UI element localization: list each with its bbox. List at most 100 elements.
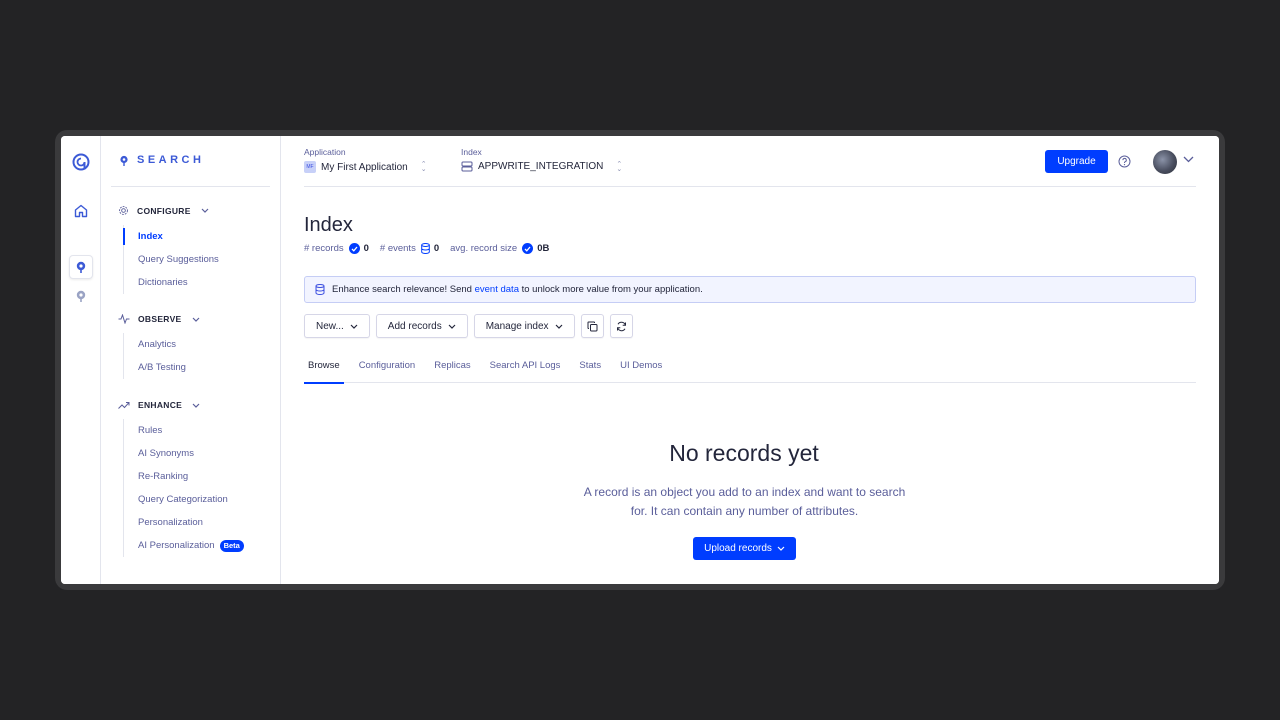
- sidebar-item-ai-personalization[interactable]: AI Personalization Beta: [124, 534, 244, 557]
- sidebar: SEARCH CONFIGURE Index Query Suggestions…: [101, 136, 281, 584]
- index-tabs: Browse Configuration Replicas Search API…: [304, 356, 1196, 384]
- application-selector[interactable]: Application MF My First Application ⌃ ⌄: [304, 147, 427, 173]
- size-value: 0B: [537, 243, 550, 254]
- sidebar-item-label: Index: [138, 231, 163, 242]
- sidebar-item-label: Query Categorization: [138, 494, 228, 505]
- search-logo-icon: [120, 155, 128, 166]
- gear-icon: [119, 206, 128, 215]
- configure-nav: Index Query Suggestions Dictionaries: [123, 225, 219, 294]
- chevron-down-icon: [201, 208, 209, 213]
- sidebar-item-analytics[interactable]: Analytics: [124, 333, 186, 356]
- index-toolbar: New... Add records Manage index: [304, 314, 633, 338]
- index-name: APPWRITE_INTEGRATION: [478, 161, 604, 172]
- trend-up-icon: [118, 401, 130, 409]
- sidebar-divider: [111, 186, 270, 187]
- check-icon: [348, 243, 360, 254]
- section-configure[interactable]: CONFIGURE: [118, 205, 209, 216]
- header-divider: [304, 186, 1196, 187]
- database-icon: [421, 243, 430, 254]
- refresh-button[interactable]: [609, 314, 633, 338]
- sidebar-item-ab-testing[interactable]: A/B Testing: [124, 356, 186, 379]
- add-records-button[interactable]: Add records: [375, 314, 468, 338]
- sidebar-item-label: Personalization: [138, 517, 203, 528]
- sidebar-item-query-suggestions[interactable]: Query Suggestions: [124, 248, 219, 271]
- index-selector[interactable]: Index APPWRITE_INTEGRATION ⌃ ⌄: [461, 147, 623, 173]
- events-value: 0: [433, 243, 440, 254]
- upload-records-button[interactable]: Upload records: [693, 537, 796, 560]
- new-button-label: New...: [316, 320, 344, 332]
- manage-index-label: Manage index: [485, 320, 549, 332]
- page-title: Index: [304, 214, 353, 236]
- upgrade-button[interactable]: Upgrade: [1045, 150, 1108, 173]
- tab-browse[interactable]: Browse: [304, 356, 344, 384]
- application-name: My First Application: [321, 161, 408, 173]
- tab-stats[interactable]: Stats: [575, 356, 605, 383]
- sidebar-item-label: Dictionaries: [138, 277, 188, 288]
- observe-nav: Analytics A/B Testing: [123, 333, 186, 379]
- chevron-down-icon: [777, 546, 785, 551]
- avatar[interactable]: [1153, 150, 1177, 174]
- records-value: 0: [363, 243, 369, 254]
- sidebar-item-label: Rules: [138, 425, 163, 436]
- tab-ui-demos[interactable]: UI Demos: [616, 356, 666, 383]
- chevron-down-icon: [350, 324, 358, 329]
- algolia-logo-icon[interactable]: [69, 150, 93, 174]
- search-product-icon[interactable]: [69, 255, 93, 279]
- tab-search-api-logs[interactable]: Search API Logs: [486, 356, 565, 383]
- index-stats: # records 0 # events 0 avg. record size …: [304, 243, 560, 254]
- tab-configuration[interactable]: Configuration: [355, 356, 420, 383]
- copy-button[interactable]: [580, 314, 604, 338]
- brand-name: SEARCH: [137, 154, 205, 166]
- sidebar-item-label: Analytics: [138, 339, 177, 350]
- server-icon: [461, 161, 473, 172]
- database-icon: [315, 284, 325, 295]
- sidebar-item-dictionaries[interactable]: Dictionaries: [124, 271, 219, 294]
- recommend-product-icon[interactable]: [69, 284, 93, 308]
- tab-replicas[interactable]: Replicas: [430, 356, 474, 383]
- sidebar-item-re-ranking[interactable]: Re-Ranking: [124, 465, 244, 488]
- manage-index-button[interactable]: Manage index: [473, 314, 575, 338]
- section-configure-label: CONFIGURE: [137, 205, 191, 216]
- help-icon[interactable]: [1118, 155, 1131, 168]
- sidebar-item-rules[interactable]: Rules: [124, 419, 244, 442]
- updown-chevron-icon: ⌃ ⌄: [420, 161, 427, 173]
- chevron-down-icon: [555, 324, 562, 329]
- pulse-icon: [118, 314, 130, 324]
- chevron-down-icon: [448, 324, 456, 329]
- section-enhance[interactable]: ENHANCE: [118, 400, 200, 410]
- home-icon[interactable]: [69, 199, 93, 223]
- main-content: Application MF My First Application ⌃ ⌄ I…: [281, 136, 1219, 584]
- enhance-nav: Rules AI Synonyms Re-Ranking Query Categ…: [123, 419, 244, 557]
- event-data-link[interactable]: event data: [475, 284, 519, 295]
- application-badge: MF: [304, 161, 316, 173]
- chevron-down-icon[interactable]: [1183, 156, 1194, 163]
- sidebar-item-index[interactable]: Index: [123, 225, 219, 248]
- sidebar-item-personalization[interactable]: Personalization: [124, 511, 244, 534]
- sidebar-item-label: Query Suggestions: [138, 254, 219, 265]
- refresh-icon: [616, 321, 626, 331]
- updown-chevron-icon: ⌃ ⌄: [616, 160, 623, 173]
- sidebar-item-label: AI Synonyms: [138, 448, 194, 459]
- beta-badge: Beta: [219, 539, 244, 552]
- sidebar-item-label: A/B Testing: [138, 362, 186, 373]
- brand[interactable]: SEARCH: [119, 154, 204, 166]
- chevron-down-icon: [192, 403, 200, 408]
- index-selector-label: Index: [461, 147, 482, 157]
- empty-state-title: No records yet: [669, 440, 819, 466]
- chevron-down-icon: [192, 317, 199, 322]
- upload-records-label: Upload records: [704, 543, 772, 554]
- sidebar-item-label: AI Personalization: [138, 540, 215, 551]
- info-banner: Enhance search relevance! Send event dat…: [304, 276, 1196, 303]
- section-observe[interactable]: OBSERVE: [118, 314, 200, 324]
- section-enhance-label: ENHANCE: [138, 400, 183, 410]
- sidebar-item-ai-synonyms[interactable]: AI Synonyms: [124, 442, 244, 465]
- add-records-label: Add records: [387, 320, 442, 332]
- empty-state-description: A record is an object you add to an inde…: [583, 485, 906, 518]
- check-icon: [522, 243, 534, 254]
- sidebar-item-query-categorization[interactable]: Query Categorization: [124, 488, 244, 511]
- icon-rail: [61, 136, 101, 584]
- new-button[interactable]: New...: [304, 314, 370, 338]
- size-label: avg. record size: [450, 243, 518, 254]
- banner-text: Enhance search relevance! Send: [332, 284, 472, 295]
- app-window: SEARCH CONFIGURE Index Query Suggestions…: [61, 136, 1219, 584]
